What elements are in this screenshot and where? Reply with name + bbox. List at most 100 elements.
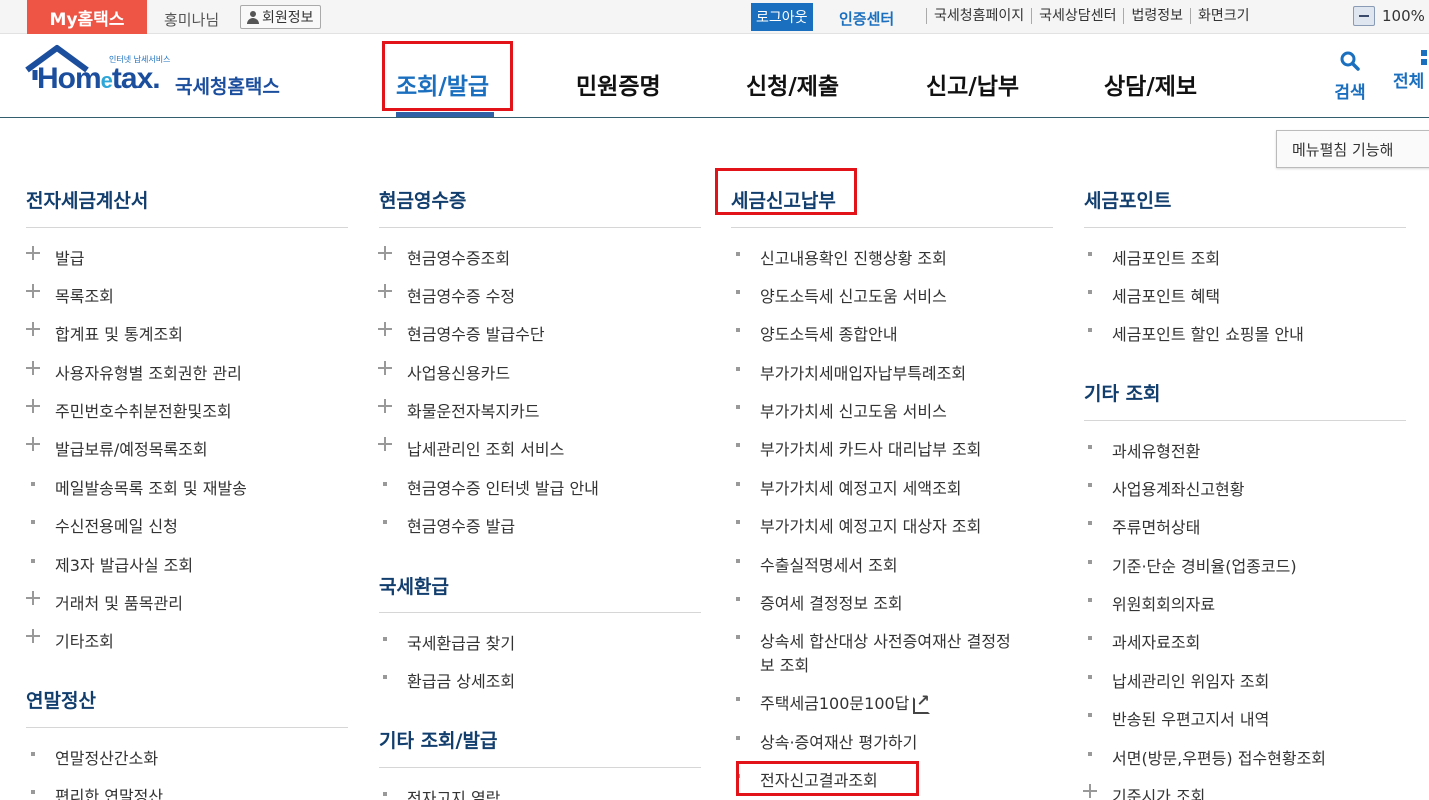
plus-icon [26,360,40,376]
menu-item[interactable]: 주류면허상태 [1088,514,1200,538]
plus-icon [26,398,40,414]
square-bullet-icon [378,668,392,684]
square-bullet-icon [731,436,745,452]
logo-korean: 국세청홈택스 [175,76,280,98]
menu-item[interactable]: 세금포인트 혜택 [1088,283,1220,307]
divider [26,227,348,228]
my-hometax-button[interactable]: My홈택스 [27,0,147,34]
top-links: 국세청홈페이지 국세상담센터 법령정보 화면크기 [926,8,1257,24]
nav-civil-cert[interactable]: 민원증명 [576,67,661,101]
screen-size-label: 화면크기 [1189,8,1257,24]
menu-item[interactable]: 과세유형전환 [1088,438,1200,462]
menu-item[interactable]: 증여세 결정정보 조회 [736,590,903,614]
plus-icon [378,321,392,337]
square-bullet-icon [26,745,40,761]
menu-item[interactable]: 현금영수증 발급수단 [378,321,545,345]
square-bullet-icon [378,475,392,491]
menu-item[interactable]: 기준·단순 경비율(업종코드) [1088,553,1297,577]
law-info-link[interactable]: 법령정보 [1123,8,1190,24]
menu-item[interactable]: 반송된 우편고지서 내역 [1088,706,1269,730]
menu-item[interactable]: 상속·증여재산 평가하기 [736,729,917,753]
menu-item[interactable]: 부가가치세 예정고지 대상자 조회 [736,513,981,537]
menu-item[interactable]: 사업용신용카드 [378,360,510,384]
menu-item[interactable]: 부가가치세매입자납부특례조회 [736,360,966,384]
nts-counsel-link[interactable]: 국세상담센터 [1031,8,1123,24]
menu-item[interactable]: 기타조회 [26,628,114,652]
menu-item[interactable]: 사용자유형별 조회권한 관리 [26,360,242,384]
menu-item[interactable]: 전자고지 열람 [383,785,500,800]
square-bullet-icon [378,630,392,646]
menu-item[interactable]: 현금영수증 발급 [383,513,515,537]
menu-item[interactable]: 납세관리인 조회 서비스 [378,436,564,460]
menu-item[interactable]: 화물운전자복지카드 [378,398,539,422]
menu-item[interactable]: 메일발송목록 조회 및 재발송 [31,475,247,499]
highlight-box-item [736,761,919,796]
username-label: 홍미나님 [164,11,220,29]
menu-item[interactable]: 세금포인트 조회 [1088,245,1220,269]
top-utility-bar: My홈택스 홍미나님 회원정보 로그아웃 인증센터 국세청홈페이지 국세상담센터… [0,0,1429,34]
zoom-value: 100% [1382,7,1425,25]
search-button[interactable]: 검색 [1330,50,1370,103]
menu-item[interactable]: 부가가치세 신고도움 서비스 [736,398,947,422]
menu-item-continuation[interactable]: 보 조회 [760,652,809,676]
nav-report-pay[interactable]: 신고/납부 [926,67,1019,101]
menu-item[interactable]: 현금영수증 수정 [378,283,515,307]
logout-button[interactable]: 로그아웃 [751,3,813,31]
menu-item[interactable]: 연말정산간소화 [31,745,158,769]
menu-item[interactable]: 납세관리인 위임자 조회 [1088,668,1269,692]
menu-item[interactable]: 수출실적명세서 조회 [736,552,898,576]
menu-item[interactable]: 거래처 및 품목관리 [26,590,183,614]
zoom-out-button[interactable] [1353,6,1375,26]
menu-item[interactable]: 세금포인트 할인 쇼핑몰 안내 [1088,321,1304,345]
square-bullet-icon [731,245,745,261]
square-bullet-icon [378,785,392,800]
menu-item[interactable]: 사업용계좌신고현황 [1088,476,1244,500]
menu-item[interactable]: 수신전용메일 신청 [31,513,178,537]
square-bullet-icon [731,475,745,491]
menu-item[interactable]: 환급금 상세조회 [383,668,515,692]
menu-item[interactable]: 합계표 및 통계조회 [26,321,183,345]
menu-item[interactable]: 부가가치세 예정고지 세액조회 [736,475,962,499]
main-header: 인터넷 납세서비스 Hometax. 국세청홈택스 조회/발급 민원증명 신청/… [0,34,1429,118]
nav-counsel-report[interactable]: 상담/제보 [1104,67,1197,101]
menu-item[interactable]: 현금영수증조회 [378,245,510,269]
hometax-logo[interactable]: 인터넷 납세서비스 Hometax. 국세청홈택스 [25,44,305,104]
plus-icon [26,283,40,299]
square-bullet-icon [378,513,392,529]
square-bullet-icon [1083,553,1097,569]
menu-item[interactable]: 서면(방문,우편등) 접수현황조회 [1088,745,1326,769]
square-bullet-icon [731,729,745,745]
menu-item[interactable]: 편리한 연말정산 [31,783,163,800]
square-bullet-icon [1083,706,1097,722]
section-title-tax-point: 세금포인트 [1084,190,1172,212]
square-bullet-icon [1083,591,1097,607]
menu-item[interactable]: 부가가치세 카드사 대리납부 조회 [736,436,981,460]
menu-item[interactable]: 목록조회 [26,283,114,307]
nts-homepage-link[interactable]: 국세청홈페이지 [926,8,1031,24]
menu-item[interactable]: 제3자 발급사실 조회 [31,552,193,576]
menu-item[interactable]: 발급보류/예정목록조회 [26,436,208,460]
menu-item[interactable]: 주민번호수취분전환및조회 [26,398,232,422]
search-icon [1340,51,1360,71]
menu-item[interactable]: 국세환급금 찾기 [383,630,515,654]
all-menu-button[interactable]: 전체 [1393,50,1429,92]
menu-item[interactable]: 기준시가 조회 [1083,783,1205,800]
nav-apply-submit[interactable]: 신청/제출 [746,67,839,101]
menu-item[interactable]: 상속세 합산대상 사전증여재산 결정정 [736,628,1011,652]
active-nav-underline [396,112,494,117]
menu-item[interactable]: 양도소득세 종합안내 [736,321,898,345]
menu-item[interactable]: 주택세금100문100답 [736,690,931,714]
menu-expand-button[interactable]: 메뉴펼침 기능해 [1276,130,1429,168]
menu-item[interactable]: 양도소득세 신고도움 서비스 [736,283,947,307]
section-title-year-end: 연말정산 [26,690,96,712]
plus-icon [1083,783,1097,799]
menu-item[interactable]: 발급 [26,245,84,269]
member-info-button[interactable]: 회원정보 [240,5,321,29]
menu-item[interactable]: 위원회회의자료 [1088,591,1215,615]
menu-item[interactable]: 과세자료조회 [1088,629,1200,653]
menu-item[interactable]: 현금영수증 인터넷 발급 안내 [383,475,599,499]
square-bullet-icon [731,690,745,706]
cert-center-link[interactable]: 인증센터 [839,8,894,29]
highlight-box-section [715,168,857,215]
menu-item[interactable]: 신고내용확인 진행상황 조회 [736,245,947,269]
